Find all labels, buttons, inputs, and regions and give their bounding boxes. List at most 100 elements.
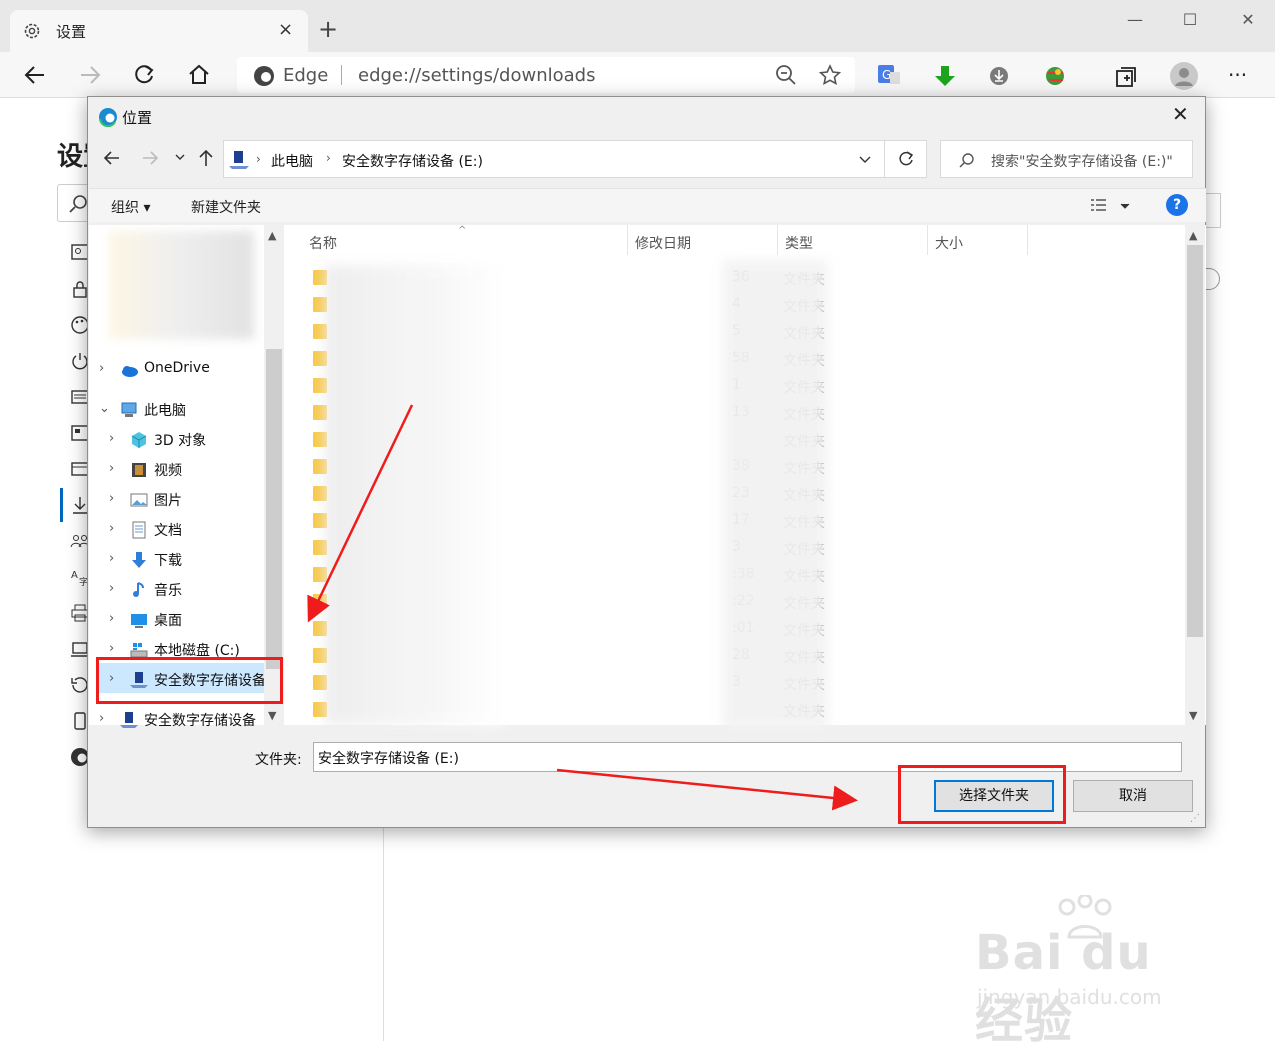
column-separator[interactable] [1027,225,1028,255]
nav-label: 视频 [154,463,182,479]
svg-text:A: A [71,570,78,581]
expand-chevron-icon[interactable]: › [99,361,104,376]
translate-icon[interactable]: G [876,63,902,87]
breadcrumb-chevron-icon: › [326,151,331,165]
breadcrumb-item-pc[interactable]: 此电脑 [271,151,313,171]
maximize-button[interactable]: ☐ [1170,8,1210,32]
address-url[interactable]: edge://settings/downloads [358,65,595,86]
avatar[interactable] [1169,61,1199,91]
column-separator[interactable] [777,225,778,255]
download-circle-icon[interactable] [988,65,1010,87]
scroll-down-chevron-icon[interactable]: ▼ [1189,709,1197,722]
nav-pane-scroll-thumb[interactable] [266,349,282,669]
pictures-icon [129,490,149,510]
new-tab-button[interactable]: + [318,16,338,42]
command-bar: 组织 ▾ 新建文件夹 ? [89,188,1206,222]
expand-chevron-icon[interactable]: › [109,611,114,626]
scroll-up-chevron-icon[interactable]: ▲ [268,229,276,242]
expand-chevron-icon[interactable]: › [109,491,114,506]
nav-pane-scrollbar[interactable]: ▲ ▼ [264,225,284,725]
tab-settings[interactable]: 设置 × [10,10,308,52]
refresh-button[interactable] [131,62,161,88]
minimize-button[interactable]: — [1115,8,1155,32]
nav-item-music[interactable]: › 音乐 [89,575,269,605]
navigation-pane: › OneDrive ⌄ 此电脑 › 3D 对象 › 视频 › 图片 › 文档 [89,225,285,729]
up-level-button[interactable] [197,148,215,168]
address-bar[interactable]: Edge edge://settings/downloads [237,57,855,93]
nav-item-this-pc[interactable]: ⌄ 此电脑 [89,395,269,425]
pc-icon [119,400,139,420]
resize-grip-icon[interactable]: ⋰ [1190,813,1200,824]
onedrive-icon [119,360,139,380]
recent-locations-chevron-icon[interactable] [174,150,186,166]
browser-toolbar: Edge edge://settings/downloads G ··· [0,52,1275,98]
nav-item-documents[interactable]: › 文档 [89,515,269,545]
nav-item-pictures[interactable]: › 图片 [89,485,269,515]
dialog-refresh-button[interactable] [885,140,927,178]
tab-close-icon[interactable]: × [278,20,293,40]
dialog-title: 位置 [122,109,153,127]
column-header-type[interactable]: 类型 [785,233,813,253]
nav-item-onedrive[interactable]: › OneDrive [89,355,269,385]
home-button[interactable] [186,62,216,88]
expand-chevron-icon[interactable]: › [109,641,114,656]
organize-label: 组织 [111,200,139,216]
expand-chevron-icon[interactable]: › [109,521,114,536]
column-separator[interactable] [927,225,928,255]
file-list-pane: 名称 ^ 修改日期 类型 大小 36文件夹4文件夹5文件夹58文件夹1文件夹13… [285,225,1206,730]
forward-button[interactable] [77,62,107,88]
annotation-box-select-button [898,765,1066,824]
extension-globe-icon[interactable] [1042,64,1068,88]
search-icon [959,152,975,168]
usb-drive-icon [228,149,250,171]
settings-divider [383,828,384,1041]
downloads-icon [129,550,149,570]
help-button[interactable]: ? [1166,194,1188,216]
organize-menu[interactable]: 组织 ▾ [111,197,150,217]
cancel-button[interactable]: 取消 [1073,780,1193,812]
nav-item-sd-drive-root[interactable]: › 安全数字存储设备 [89,705,269,735]
address-separator [341,65,342,85]
expand-chevron-icon[interactable]: › [99,711,104,726]
back-button[interactable] [22,62,52,88]
column-separator[interactable] [627,225,628,255]
file-pane-scrollbar[interactable]: ▲ ▼ [1185,225,1205,725]
nav-item-videos[interactable]: › 视频 [89,455,269,485]
search-placeholder: 搜索"安全数字存储设备 (E:)" [991,154,1173,170]
blurred-file-names [325,265,505,725]
nav-item-downloads[interactable]: › 下载 [89,545,269,575]
dialog-back-button[interactable] [102,148,122,168]
nav-label: 安全数字存储设备 [144,713,256,729]
favorite-star-icon[interactable] [818,63,842,87]
breadcrumb-item-drive[interactable]: 安全数字存储设备 (E:) [342,151,483,171]
column-header-date[interactable]: 修改日期 [635,233,691,253]
collections-icon[interactable] [1114,65,1138,89]
column-header-size[interactable]: 大小 [935,233,963,253]
expand-chevron-icon[interactable]: › [109,431,114,446]
nav-item-desktop[interactable]: › 桌面 [89,605,269,635]
dialog-search-input[interactable]: 搜索"安全数字存储设备 (E:)" [940,140,1193,178]
address-dropdown-chevron-icon[interactable] [858,151,872,167]
close-window-button[interactable]: ✕ [1228,8,1268,32]
expand-chevron-icon[interactable]: › [109,461,114,476]
dialog-close-button[interactable]: ✕ [1172,103,1189,125]
new-folder-button[interactable]: 新建文件夹 [191,197,261,217]
breadcrumb-chevron-icon: › [256,152,261,166]
nav-item-3d-objects[interactable]: › 3D 对象 [89,425,269,455]
breadcrumb[interactable]: › 此电脑 › 安全数字存储设备 (E:) [223,140,885,178]
more-menu-button[interactable]: ··· [1228,62,1247,88]
expand-chevron-icon[interactable]: › [109,581,114,596]
view-options-icon[interactable] [1089,197,1133,215]
scroll-up-chevron-icon[interactable]: ▲ [1189,229,1197,242]
nav-label: 3D 对象 [154,433,207,449]
dialog-forward-button[interactable] [140,148,160,168]
collapse-chevron-icon[interactable]: ⌄ [99,401,110,416]
zoom-icon[interactable] [774,63,798,87]
desktop-icon [129,610,149,630]
download-green-icon[interactable] [932,63,958,89]
expand-chevron-icon[interactable]: › [109,551,114,566]
file-pane-scroll-thumb[interactable] [1187,245,1203,637]
scroll-down-chevron-icon[interactable]: ▼ [268,709,276,722]
nav-label: 图片 [154,493,182,509]
column-header-name[interactable]: 名称 [309,233,337,253]
